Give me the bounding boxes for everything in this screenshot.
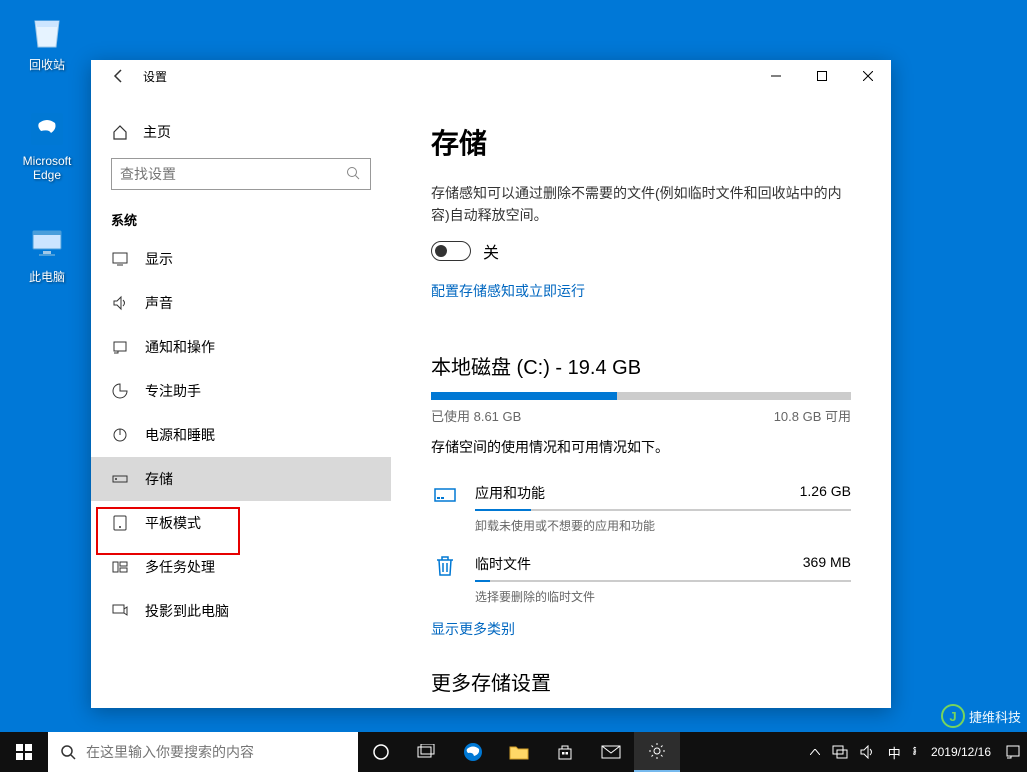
close-button[interactable]	[845, 60, 891, 92]
maximize-button[interactable]	[799, 60, 845, 92]
storage-item-size: 1.26 GB	[800, 483, 851, 503]
focus-icon	[111, 382, 129, 400]
search-box[interactable]	[111, 158, 371, 190]
desktop-icon-label: Microsoft Edge	[10, 154, 84, 182]
disk-title: 本地磁盘 (C:) - 19.4 GB	[431, 351, 851, 380]
tablet-icon	[111, 514, 129, 532]
tray-ime-lang[interactable]: 中	[882, 743, 907, 762]
recycle-bin-icon	[26, 10, 68, 52]
used-label: 已使用 8.61 GB	[431, 406, 521, 425]
nav-project[interactable]: 投影到此电脑	[91, 589, 391, 633]
settings-window: 设置 主页 系统 显示	[91, 60, 891, 708]
title-bar: 设置	[91, 60, 891, 92]
display-icon	[111, 250, 129, 268]
show-more-categories-link[interactable]: 显示更多类别	[431, 619, 515, 639]
edge-icon	[26, 108, 68, 150]
notifications-icon	[111, 338, 129, 356]
tray-notifications-icon[interactable]	[999, 732, 1027, 772]
nav-sound[interactable]: 声音	[91, 281, 391, 325]
back-button[interactable]	[103, 60, 135, 92]
multitask-icon	[111, 558, 129, 576]
nav-label: 多任务处理	[145, 557, 215, 577]
home-label: 主页	[143, 122, 171, 142]
desktop-icon-this-pc[interactable]: 此电脑	[10, 222, 84, 285]
desktop-icon-label: 回收站	[10, 56, 84, 73]
desktop-icon-label: 此电脑	[10, 268, 84, 285]
window-title: 设置	[143, 68, 167, 85]
nav-label: 显示	[145, 249, 173, 269]
tray-network-icon[interactable]	[826, 732, 854, 772]
tray-chevron-up-icon[interactable]	[804, 732, 826, 772]
this-pc-icon	[26, 222, 68, 264]
trash-icon	[431, 554, 459, 582]
sidebar: 主页 系统 显示 声音 通知和操作	[91, 92, 391, 708]
watermark-icon: J	[941, 704, 965, 728]
home-icon	[111, 123, 129, 141]
taskbar-store[interactable]	[542, 732, 588, 772]
start-button[interactable]	[0, 732, 48, 772]
system-tray: 中 ៛ 2019/12/16	[804, 732, 1027, 772]
watermark-text: 捷维科技	[969, 707, 1021, 726]
tray-date: 2019/12/16	[931, 745, 991, 759]
power-icon	[111, 426, 129, 444]
storage-item-sub: 卸载未使用或不想要的应用和功能	[475, 517, 851, 534]
nav-power-sleep[interactable]: 电源和睡眠	[91, 413, 391, 457]
minimize-button[interactable]	[753, 60, 799, 92]
nav-tablet-mode[interactable]: 平板模式	[91, 501, 391, 545]
nav-display[interactable]: 显示	[91, 237, 391, 281]
taskbar-edge[interactable]	[450, 732, 496, 772]
page-title: 存储	[431, 122, 851, 162]
main-content: 存储 存储感知可以通过删除不需要的文件(例如临时文件和回收站中的内容)自动释放空…	[391, 92, 891, 708]
taskbar-settings[interactable]	[634, 732, 680, 772]
storage-item-name: 临时文件	[475, 554, 531, 574]
home-button[interactable]: 主页	[111, 112, 371, 158]
tray-volume-icon[interactable]	[854, 732, 882, 772]
search-icon	[60, 744, 76, 760]
desktop-icon-edge[interactable]: Microsoft Edge	[10, 108, 84, 182]
usage-description: 存储空间的使用情况和可用情况如下。	[431, 437, 851, 457]
taskbar: 中 ៛ 2019/12/16	[0, 732, 1027, 772]
sound-icon	[111, 294, 129, 312]
storage-item-size: 369 MB	[803, 554, 851, 574]
nav-label: 通知和操作	[145, 337, 215, 357]
project-icon	[111, 602, 129, 620]
nav-multitasking[interactable]: 多任务处理	[91, 545, 391, 589]
more-storage-settings-heading: 更多存储设置	[431, 667, 851, 696]
search-input[interactable]	[120, 166, 346, 182]
cortana-button[interactable]	[358, 732, 404, 772]
watermark: J 捷维科技	[941, 704, 1021, 728]
nav-notifications[interactable]: 通知和操作	[91, 325, 391, 369]
search-icon	[346, 166, 362, 182]
task-view-button[interactable]	[404, 732, 450, 772]
desktop-icon-recycle-bin[interactable]: 回收站	[10, 10, 84, 73]
nav-focus-assist[interactable]: 专注助手	[91, 369, 391, 413]
nav-label: 平板模式	[145, 513, 201, 533]
storage-sense-description: 存储感知可以通过删除不需要的文件(例如临时文件和回收站中的内容)自动释放空间。	[431, 182, 851, 227]
free-label: 10.8 GB 可用	[774, 406, 851, 425]
taskbar-search[interactable]	[48, 732, 358, 772]
taskbar-search-input[interactable]	[86, 744, 346, 760]
storage-item-apps[interactable]: 应用和功能 1.26 GB 卸载未使用或不想要的应用和功能	[431, 477, 851, 548]
nav-label: 投影到此电脑	[145, 601, 229, 621]
tray-datetime[interactable]: 2019/12/16	[923, 745, 999, 759]
taskbar-mail[interactable]	[588, 732, 634, 772]
configure-storage-sense-link[interactable]: 配置存储感知或立即运行	[431, 281, 585, 301]
nav-label: 声音	[145, 293, 173, 313]
storage-sense-toggle[interactable]	[431, 241, 471, 261]
nav-label: 存储	[145, 469, 173, 489]
nav-label: 电源和睡眠	[145, 425, 215, 445]
storage-item-sub: 选择要删除的临时文件	[475, 588, 851, 605]
nav-storage[interactable]: 存储	[91, 457, 391, 501]
storage-item-temp[interactable]: 临时文件 369 MB 选择要删除的临时文件	[431, 548, 851, 619]
storage-icon	[111, 470, 129, 488]
category-label: 系统	[91, 210, 391, 237]
toggle-label: 关	[483, 239, 499, 263]
storage-item-name: 应用和功能	[475, 483, 545, 503]
tray-ime-mode[interactable]: ៛	[907, 743, 923, 762]
nav-label: 专注助手	[145, 381, 201, 401]
disk-usage-bar	[431, 392, 851, 400]
apps-icon	[431, 483, 459, 511]
taskbar-explorer[interactable]	[496, 732, 542, 772]
